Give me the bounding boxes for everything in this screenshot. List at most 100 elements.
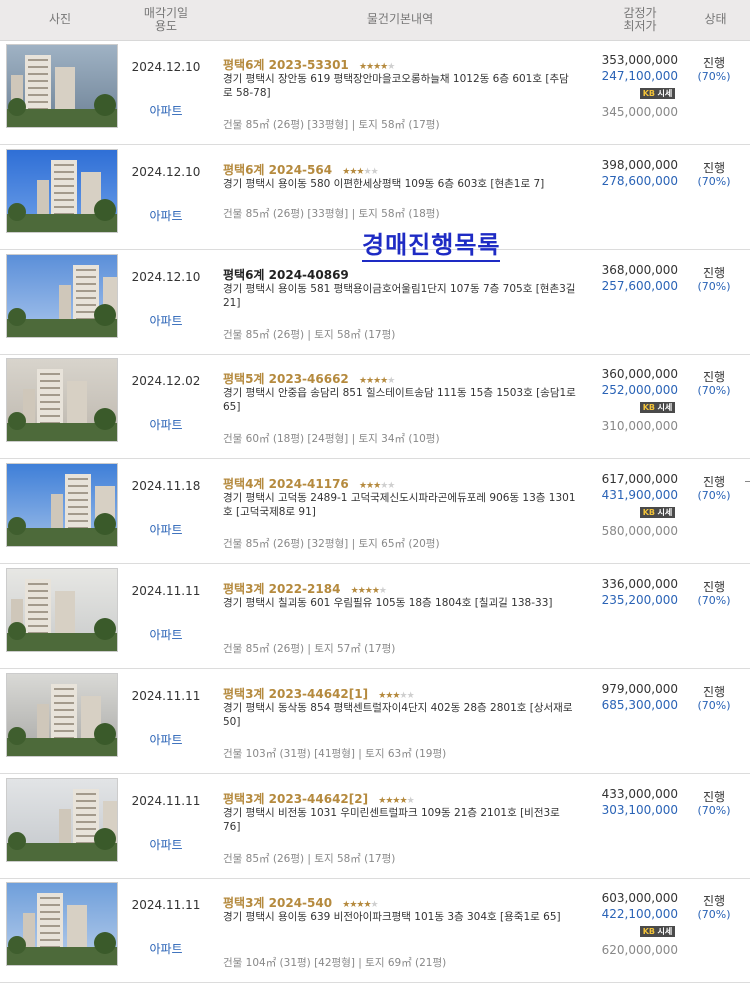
area-info: 건물 85㎡ (26평) [32평형] | 토지 65㎡ (20평) [223,538,440,551]
table-row[interactable]: 2024.11.11 아파트 평택3계 2024-540 ★★★★★ 경기 평택… [0,878,750,983]
auction-date: 2024.11.11 [131,688,201,703]
table-row[interactable]: 2024.12.10 아파트 평택6계 2023-53301 ★★★★★ 경기 … [0,40,750,145]
appraisal-price: 398,000,000 [601,157,678,172]
table-row[interactable]: 2024.12.02 아파트 평택5계 2023-46662 ★★★★★ 경기 … [0,354,750,460]
case-number-link[interactable]: 평택3계 2022-2184 ★★★★★ [223,580,387,597]
property-photo[interactable] [6,777,118,862]
property-photo[interactable] [6,358,118,443]
property-photo[interactable] [6,44,118,128]
rating-stars: ★★★★★ [378,795,414,806]
minimum-price: 257,600,000 [601,278,678,293]
appraisal-price: 368,000,000 [601,262,678,277]
status-badge: 진행 [702,370,726,385]
rating-stars: ★★★★★ [342,166,378,177]
area-info: 건물 103㎡ (31평) [41평형] | 토지 63㎡ (19평) [223,747,447,760]
property-photo[interactable] [6,253,118,338]
case-number: 평택6계 2024-564 [223,162,333,177]
auction-date: 2024.12.02 [131,374,201,389]
case-number-link[interactable]: 평택3계 2023-44642[1] ★★★★★ [223,685,415,702]
area-info: 건물 60㎡ (18평) [24평형] | 토지 34㎡ (10평) [223,433,440,446]
property-photo[interactable] [6,148,118,233]
price-ratio: (70%) [697,908,731,922]
case-number-link[interactable]: 평택6계 2024-40869 [223,266,355,283]
market-price: 620,000,000 [601,943,678,958]
price-ratio: (70%) [697,384,731,398]
header-date: 매각기일 용도 [124,7,208,33]
kb-market-badge[interactable]: KB 시세 [640,88,675,99]
case-number-link[interactable]: 평택3계 2023-44642[2] ★★★★★ [223,790,415,807]
case-number-link[interactable]: 평택6계 2024-564 ★★★★★ [223,161,379,178]
market-price: 310,000,000 [601,419,678,434]
minimum-price: 252,000,000 [601,383,678,398]
header-info: 물건기본내역 [366,12,434,26]
header-appraisal-label: 감정가 [623,6,657,20]
price-ratio: (70%) [697,279,731,293]
kb-badge-label: 시세 [657,89,673,98]
header-minimum-label: 최저가 [623,19,657,33]
case-number: 평택5계 2023-46662 [223,372,349,387]
header-date-label: 매각기일 [143,6,189,20]
rating-stars: ★★★★★ [358,376,395,387]
area-info: 건물 85㎡ (26평) | 토지 58㎡ (17평) [223,328,396,341]
usage-type: 아파트 [149,208,183,223]
case-number: 평택3계 2023-44642[2] [223,791,369,806]
property-photo[interactable] [6,568,118,652]
table-row[interactable]: 2024.11.18 아파트 평택4계 2024-41176 ★★★★★ 경기 … [0,459,750,565]
table-row[interactable]: 2024.11.11 아파트 평택3계 2023-44642[1] ★★★★★ … [0,669,750,774]
table-row[interactable]: 2024.11.11 아파트 평택3계 2023-44642[2] ★★★★★ … [0,774,750,879]
appraisal-price: 353,000,000 [601,53,678,67]
price-ratio: (70%) [697,594,731,607]
price-ratio: (70%) [697,698,731,712]
case-number: 평택3계 2022-2184 [223,582,341,596]
property-address: 경기 평택시 고덕동 2489-1 고덕국제신도시파라곤에듀포레 906동 13… [223,492,576,519]
table-row[interactable]: 2024.11.11 아파트 평택3계 2022-2184 ★★★★★ 경기 평… [0,564,750,669]
auction-date: 2024.11.11 [131,793,201,808]
market-price: 580,000,000 [601,524,678,539]
status-badge: 진행 [702,789,726,804]
table-header: 사진 매각기일 용도 물건기본내역 감정가 최저가 상태 [0,0,750,41]
kb-icon: KB [642,89,655,98]
appraisal-price: 979,000,000 [601,681,678,696]
status-badge: 진행 [702,56,726,70]
kb-market-badge[interactable]: KB 시세 [640,402,675,414]
property-address: 경기 평택시 용이동 581 평택용이금호어울림1단지 107동 7층 705호… [223,282,576,309]
status-badge: 진행 [702,580,726,594]
auction-date: 2024.12.10 [131,164,201,179]
kb-icon: KB [642,403,655,413]
minimum-price: 235,200,000 [601,593,678,607]
case-number-link[interactable]: 평택5계 2023-46662 ★★★★★ [223,370,395,387]
price-ratio: (70%) [697,70,731,83]
property-photo[interactable] [6,882,118,967]
area-info: 건물 85㎡ (26평) | 토지 58㎡ (17평) [223,852,396,865]
area-info: 건물 85㎡ (26평) [33평형] | 토지 58㎡ (18평) [223,207,440,220]
kb-badge-label: 시세 [657,403,673,413]
status-badge: 진행 [702,475,726,490]
case-number-link[interactable]: 평택4계 2024-41176 ★★★★★ [223,475,395,492]
minimum-price: 685,300,000 [601,697,678,712]
property-photo[interactable] [6,672,118,757]
price-ratio: (70%) [697,489,731,503]
auction-date: 2024.12.10 [131,60,201,74]
kb-market-badge[interactable]: KB 시세 [640,507,675,519]
minimum-price: 422,100,000 [601,907,678,922]
header-price: 감정가 최저가 [590,7,690,33]
rating-stars: ★★★★★ [378,690,414,701]
case-number-link[interactable]: 평택3계 2024-540 ★★★★★ [223,894,379,911]
appraisal-price: 617,000,000 [601,472,678,487]
auction-date: 2024.11.11 [131,898,201,913]
usage-type: 아파트 [149,523,183,538]
case-number-link[interactable]: 평택6계 2023-53301 ★★★★★ [223,56,395,73]
kb-market-badge[interactable]: KB 시세 [640,926,675,938]
case-number: 평택6계 2024-40869 [223,267,349,282]
property-photo[interactable] [6,463,118,548]
table-row[interactable]: 2024.12.10 아파트 평택6계 2024-40869 경기 평택시 용이… [0,250,750,355]
kb-badge-label: 시세 [657,508,673,518]
property-address: 경기 평택시 동삭동 854 평택센트럴자이4단지 402동 28층 2801호… [223,701,573,728]
property-address: 경기 평택시 장안동 619 평택장안마을코오롱하늘채 1012동 6층 601… [223,73,569,99]
appraisal-price: 603,000,000 [601,891,678,906]
market-price: 345,000,000 [601,105,678,119]
usage-type: 아파트 [149,104,183,118]
case-number: 평택6계 2023-53301 [223,58,349,72]
status-badge: 진행 [702,894,726,909]
scroll-edge-mark [745,481,750,482]
